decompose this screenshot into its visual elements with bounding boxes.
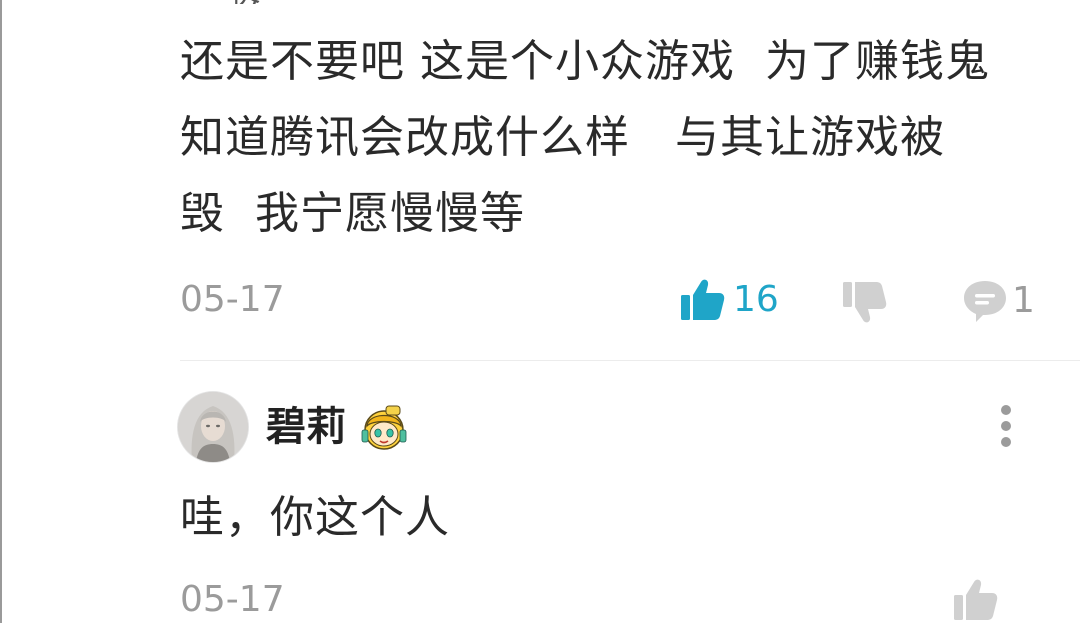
comment-1-dislike-button[interactable]: [841, 278, 889, 326]
comment-1-date: 05-17: [180, 279, 285, 320]
thumbs-up-icon: [681, 279, 725, 320]
cut-off-text: 仭: [230, 0, 270, 4]
left-border: [0, 0, 2, 623]
level-badge-icon: [361, 405, 407, 450]
more-vertical-icon[interactable]: [990, 402, 1022, 454]
avatar-image: [178, 392, 248, 462]
reply-icon: [964, 281, 1006, 322]
comment-2-like-button[interactable]: [952, 576, 1000, 623]
comment-1-like-count: 16: [733, 279, 779, 320]
avatar[interactable]: [178, 392, 248, 462]
thumbs-down-icon: [843, 282, 887, 323]
thumbs-up-icon: [954, 579, 998, 620]
comment-divider: [180, 360, 1080, 361]
comment-2-text: 哇，你这个人: [180, 492, 450, 543]
comment-2-username[interactable]: 碧莉: [266, 402, 346, 452]
comment-1-like-button[interactable]: 16: [679, 276, 779, 324]
comment-1-text: 还是不要吧 这是个小众游戏 为了赚钱鬼 知道腾讯会改成什么样 与其让游戏被 毁 …: [180, 36, 990, 239]
comment-thread: 仭 还是不要吧 这是个小众游戏 为了赚钱鬼 知道腾讯会改成什么样 与其让游戏被 …: [0, 0, 1080, 623]
comment-1-reply-button[interactable]: 1: [962, 278, 1035, 324]
comment-1-reply-count: 1: [1012, 280, 1035, 321]
comment-2-date: 05-17: [180, 579, 285, 620]
